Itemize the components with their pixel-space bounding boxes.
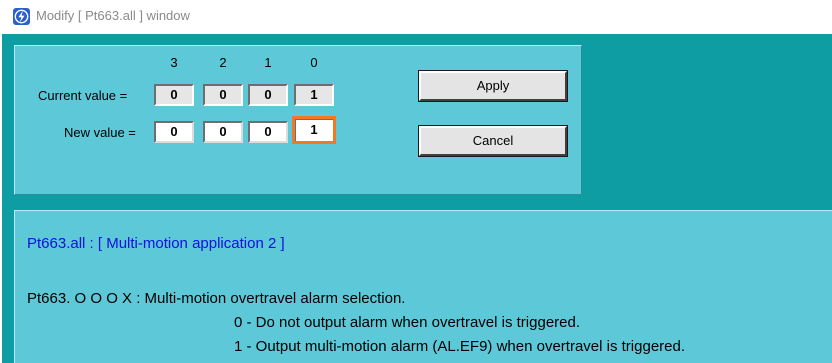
option-1-description: 1 - Output multi-motion alarm (AL.EF9) w… (234, 338, 686, 355)
new-value-digit-2[interactable]: 0 (203, 121, 243, 143)
current-value-digit-0: 1 (294, 84, 334, 106)
digit-header-3: 3 (170, 55, 178, 70)
apply-button[interactable]: Apply (418, 70, 568, 102)
new-value-digit-1[interactable]: 0 (248, 121, 288, 143)
window-left-edge (0, 34, 2, 363)
title-bar: Modify [ Pt663.all ] window (0, 0, 832, 34)
current-value-label: Current value = (38, 88, 128, 103)
parameter-heading: Pt663.all : [ Multi-motion application 2… (27, 235, 285, 252)
cancel-button[interactable]: Cancel (418, 125, 568, 157)
new-value-digit-3[interactable]: 0 (154, 121, 194, 143)
digit-header-1: 1 (264, 55, 272, 70)
option-0-description: 0 - Do not output alarm when overtravel … (234, 314, 581, 331)
digit-header-2: 2 (219, 55, 227, 70)
window-title: Modify [ Pt663.all ] window (36, 8, 190, 23)
digit-header-0: 0 (310, 55, 318, 70)
current-value-digit-1: 0 (248, 84, 288, 106)
app-lightning-icon (13, 8, 30, 25)
new-value-label: New value = (64, 125, 136, 140)
parameter-description-line: Pt663. O O O X : Multi-motion overtravel… (27, 290, 406, 307)
current-value-digit-3: 0 (154, 84, 194, 106)
current-value-digit-2: 0 (203, 84, 243, 106)
new-value-digit-0[interactable]: 1 (292, 116, 336, 144)
